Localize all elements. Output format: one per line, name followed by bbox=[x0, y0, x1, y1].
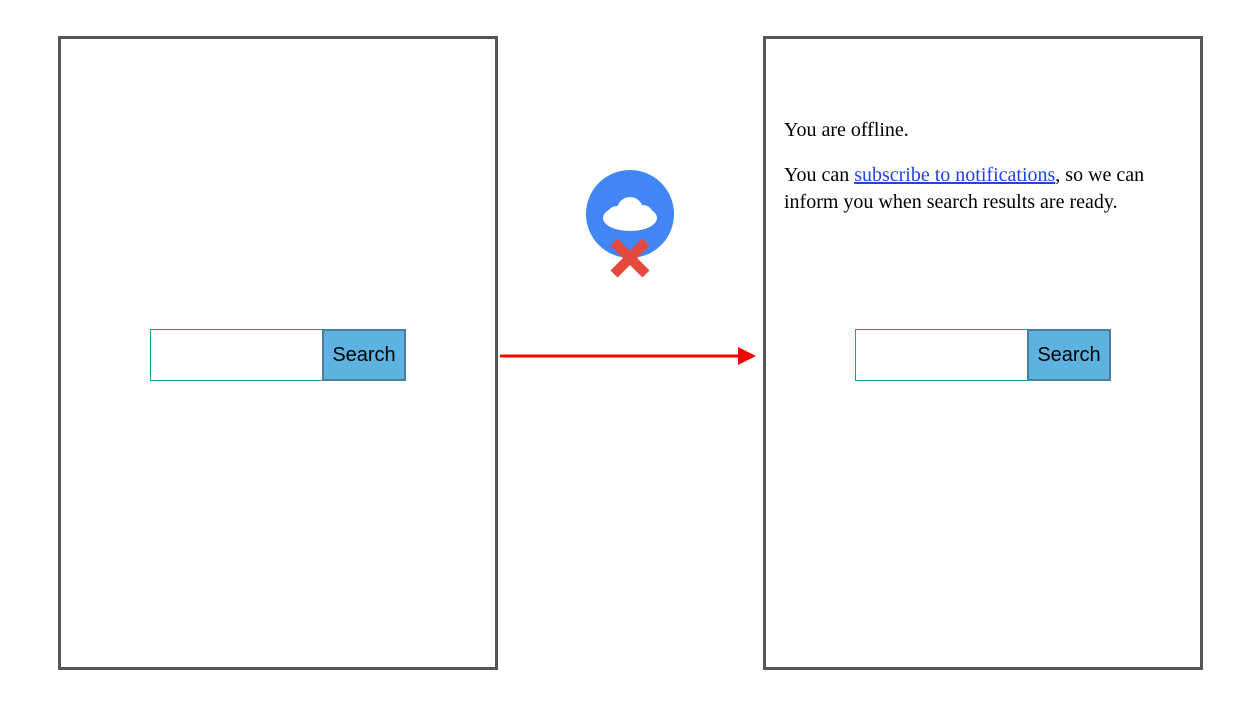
search-input[interactable] bbox=[150, 329, 322, 381]
panel-after: You are offline. You can subscribe to no… bbox=[763, 36, 1203, 670]
offline-heading: You are offline. bbox=[784, 117, 1182, 144]
search-button[interactable]: Search bbox=[1027, 329, 1111, 381]
search-group-right: Search bbox=[855, 329, 1111, 381]
subscribe-link[interactable]: subscribe to notifications bbox=[854, 164, 1055, 186]
search-group-left: Search bbox=[150, 329, 406, 381]
offline-subscribe-line: You can subscribe to notifications, so w… bbox=[784, 162, 1182, 216]
search-button[interactable]: Search bbox=[322, 329, 406, 381]
cloud-offline-icon bbox=[583, 170, 679, 282]
offline-message: You are offline. You can subscribe to no… bbox=[784, 117, 1182, 234]
search-input[interactable] bbox=[855, 329, 1027, 381]
offline-msg-prefix: You can bbox=[784, 164, 854, 186]
arrow-right-icon bbox=[498, 344, 758, 368]
panel-before: Search bbox=[58, 36, 498, 670]
